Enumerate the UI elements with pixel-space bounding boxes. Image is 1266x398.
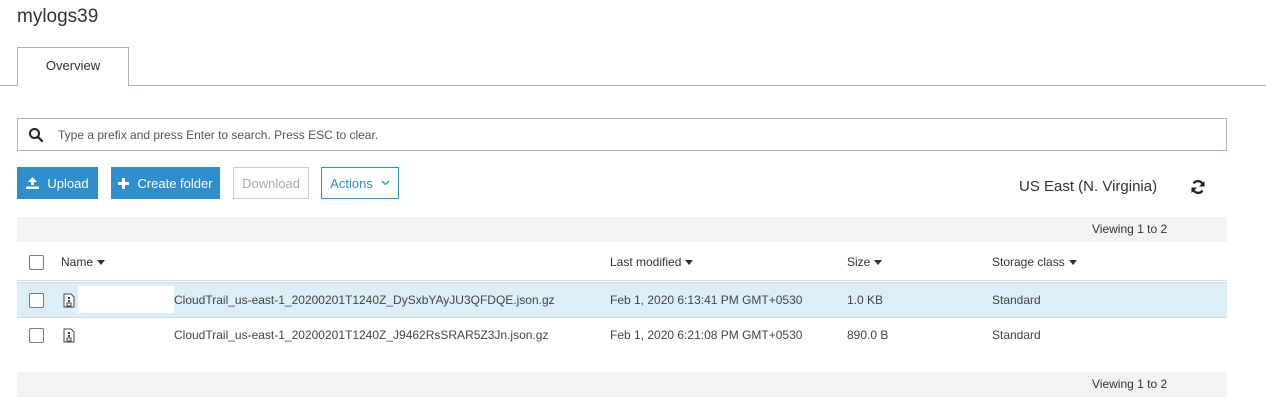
search-bar[interactable] (17, 118, 1227, 151)
column-size[interactable]: Size (847, 245, 883, 281)
redacted-prefix (78, 286, 174, 313)
row-checkbox[interactable] (29, 328, 44, 343)
pagination-bar-top: Viewing 1 to 2 (17, 217, 1227, 242)
search-icon (29, 128, 44, 143)
last-modified-cell: Feb 1, 2020 6:21:08 PM GMT+0530 (610, 328, 803, 342)
upload-icon (26, 177, 40, 189)
chevron-down-icon (381, 180, 390, 186)
upload-label: Upload (47, 175, 89, 191)
file-icon (63, 328, 75, 343)
size-cell: 890.0 B (847, 328, 889, 342)
sort-caret-icon (685, 260, 694, 266)
size-cell: 1.0 KB (847, 293, 884, 307)
row-checkbox[interactable] (29, 293, 44, 308)
pagination-label: Viewing 1 to 2 (1092, 377, 1168, 391)
last-modified-cell: Feb 1, 2020 6:13:41 PM GMT+0530 (610, 293, 803, 307)
file-name-link[interactable]: CloudTrail_us-east-1_20200201T1240Z_J946… (174, 318, 548, 354)
actions-label: Actions (330, 175, 373, 191)
upload-button[interactable]: Upload (17, 167, 98, 199)
sort-caret-icon (874, 260, 883, 266)
tab-overview[interactable]: Overview (17, 47, 129, 86)
download-button[interactable]: Download (233, 167, 309, 199)
file-icon (63, 293, 75, 308)
table-header: Name Last modified Size Storage class (17, 245, 1227, 281)
storage-class-cell: Standard (992, 328, 1041, 342)
storage-class-cell: Standard (992, 293, 1041, 307)
column-last-modified[interactable]: Last modified (610, 245, 694, 281)
table-row[interactable]: CloudTrail_us-east-1_20200201T1240Z_DySx… (17, 282, 1227, 318)
bucket-title: mylogs39 (17, 6, 99, 27)
plus-icon (118, 177, 130, 189)
select-all-checkbox[interactable] (29, 255, 44, 270)
table-row[interactable]: CloudTrail_us-east-1_20200201T1240Z_J946… (17, 318, 1227, 354)
column-name[interactable]: Name (61, 245, 106, 281)
tab-divider (0, 85, 1266, 86)
column-storage-class[interactable]: Storage class (992, 245, 1077, 281)
region-label: US East (N. Virginia) (1019, 178, 1158, 195)
create-folder-label: Create folder (137, 175, 213, 191)
actions-dropdown[interactable]: Actions (321, 167, 399, 199)
refresh-icon[interactable] (1190, 179, 1206, 195)
file-name-link[interactable]: CloudTrail_us-east-1_20200201T1240Z_DySx… (174, 283, 555, 319)
search-input[interactable] (58, 119, 1208, 150)
sort-caret-icon (97, 260, 106, 266)
create-folder-button[interactable]: Create folder (111, 167, 220, 199)
sort-caret-icon (1068, 260, 1077, 266)
pagination-bar-bottom: Viewing 1 to 2 (17, 372, 1227, 397)
pagination-label: Viewing 1 to 2 (1092, 222, 1168, 236)
